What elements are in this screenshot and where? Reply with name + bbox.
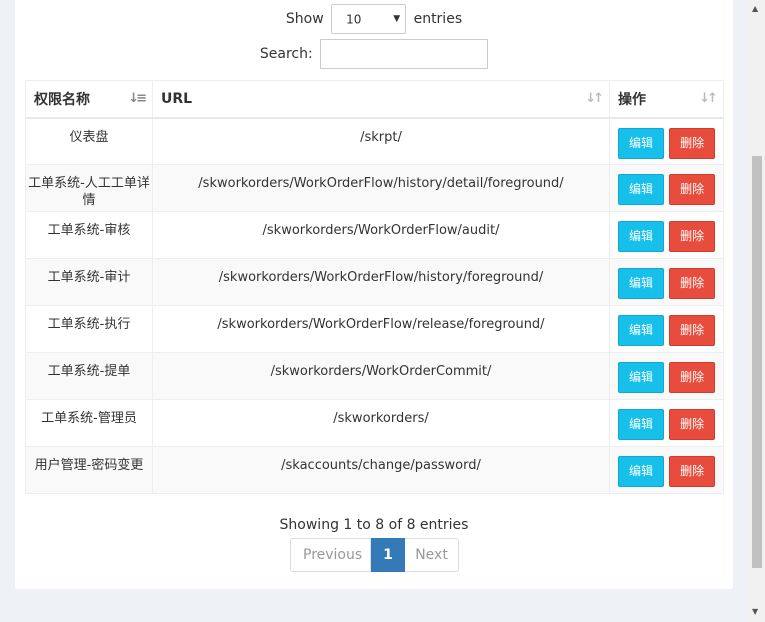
- permission-name-cell: 工单系统-审核: [25, 211, 153, 259]
- actions-cell: 编辑 删除: [609, 305, 724, 353]
- scroll-down-icon[interactable]: ▼: [752, 607, 758, 616]
- table-row: 工单系统-执行/skworkorders/WorkOrderFlow/relea…: [25, 305, 724, 353]
- delete-button[interactable]: 删除: [669, 127, 716, 159]
- actions-cell: 编辑 删除: [609, 211, 724, 259]
- table-row: 工单系统-审核/skworkorders/WorkOrderFlow/audit…: [25, 211, 724, 259]
- table-row: 用户管理-密码变更/skaccounts/change/password/编辑 …: [25, 446, 724, 494]
- url-cell: /skworkorders/: [152, 399, 610, 447]
- chevron-down-icon: ▼: [393, 14, 401, 24]
- url-cell: /skrpt/: [152, 117, 610, 165]
- edit-button[interactable]: 编辑: [618, 456, 664, 487]
- url-cell: /skworkorders/WorkOrderFlow/release/fore…: [152, 305, 610, 353]
- delete-button[interactable]: 删除: [669, 456, 716, 487]
- table-row: 工单系统-审计/skworkorders/WorkOrderFlow/histo…: [25, 258, 724, 306]
- search-input[interactable]: [320, 39, 489, 69]
- page-length-select[interactable]: 10 ▼: [331, 4, 407, 34]
- delete-button[interactable]: 删除: [669, 268, 716, 299]
- table-row: 工单系统-提单/skworkorders/WorkOrderCommit/编辑 …: [25, 352, 724, 400]
- delete-button[interactable]: 删除: [669, 315, 716, 346]
- actions-cell: 编辑 删除: [609, 258, 724, 306]
- actions-cell: 编辑 删除: [609, 164, 724, 212]
- search-label: Search:: [259, 46, 313, 62]
- permission-name-cell: 工单系统-执行: [25, 305, 153, 353]
- table-info: Showing 1 to 8 of 8 entries: [279, 517, 469, 533]
- previous-page-button[interactable]: Previous: [290, 538, 371, 572]
- column-header-url[interactable]: URL ↓↑: [152, 80, 610, 119]
- column-header-name[interactable]: 权限名称 ↓≡: [25, 80, 153, 119]
- edit-button[interactable]: 编辑: [618, 315, 664, 346]
- next-page-button[interactable]: Next: [405, 538, 459, 572]
- permission-name-cell: 用户管理-密码变更: [25, 446, 153, 494]
- edit-button[interactable]: 编辑: [618, 174, 664, 205]
- show-label: Show: [285, 11, 324, 27]
- page-length-value: 10: [346, 12, 362, 27]
- page-1-button[interactable]: 1: [371, 538, 405, 572]
- url-cell: /skworkorders/WorkOrderCommit/: [152, 352, 610, 400]
- search-control: Search:: [15, 39, 733, 69]
- delete-button[interactable]: 删除: [669, 362, 716, 393]
- entries-label: entries: [413, 11, 463, 27]
- pagination: Previous 1 Next: [290, 538, 459, 572]
- sort-ascending-icon: ↓≡: [128, 91, 147, 106]
- url-cell: /skaccounts/change/password/: [152, 446, 610, 494]
- permission-name-cell: 工单系统-管理员: [25, 399, 153, 447]
- actions-cell: 编辑 删除: [609, 399, 724, 447]
- permission-name-cell: 仪表盘: [25, 117, 153, 165]
- url-cell: /skworkorders/WorkOrderFlow/audit/: [152, 211, 610, 259]
- page-length-control: Show 10 ▼ entries: [15, 4, 733, 34]
- permission-name-cell: 工单系统-审计: [25, 258, 153, 306]
- url-cell: /skworkorders/WorkOrderFlow/history/fore…: [152, 258, 610, 306]
- delete-button[interactable]: 删除: [669, 409, 716, 440]
- permission-name-cell: 工单系统-提单: [25, 352, 153, 400]
- delete-button[interactable]: 删除: [669, 174, 716, 205]
- delete-button[interactable]: 删除: [669, 221, 716, 252]
- column-header-actions[interactable]: 操作 ↓↑: [609, 80, 724, 119]
- edit-button[interactable]: 编辑: [618, 127, 664, 159]
- table-row: 工单系统-管理员/skworkorders/编辑 删除: [25, 399, 724, 447]
- edit-button[interactable]: 编辑: [618, 221, 664, 252]
- actions-cell: 编辑 删除: [609, 117, 724, 165]
- edit-button[interactable]: 编辑: [618, 268, 664, 299]
- scrollbar-thumb[interactable]: [752, 156, 762, 568]
- actions-cell: 编辑 删除: [609, 446, 724, 494]
- edit-button[interactable]: 编辑: [618, 409, 664, 440]
- edit-button[interactable]: 编辑: [618, 362, 664, 393]
- actions-cell: 编辑 删除: [609, 352, 724, 400]
- table-row: 工单系统-人工工单详情/skworkorders/WorkOrderFlow/h…: [25, 164, 724, 212]
- sort-icon: ↓↑: [585, 91, 604, 106]
- permissions-table: 权限名称 ↓≡ URL ↓↑ 操作 ↓↑ 仪表盘/skrpt/编辑 删除 工单系统…: [25, 80, 724, 494]
- url-cell: /skworkorders/WorkOrderFlow/history/deta…: [152, 164, 610, 212]
- scroll-up-icon[interactable]: ▲: [752, 4, 758, 13]
- content-panel: Show 10 ▼ entries Search: 权限名称 ↓≡ URL ↓↑…: [15, 0, 733, 589]
- sort-icon: ↓↑: [699, 91, 718, 106]
- page-scrollbar[interactable]: ▲ ▼: [748, 0, 765, 622]
- table-body: 仪表盘/skrpt/编辑 删除 工单系统-人工工单详情/skworkorders/…: [25, 117, 724, 494]
- permission-name-cell: 工单系统-人工工单详情: [25, 164, 153, 212]
- table-row: 仪表盘/skrpt/编辑 删除: [25, 117, 724, 165]
